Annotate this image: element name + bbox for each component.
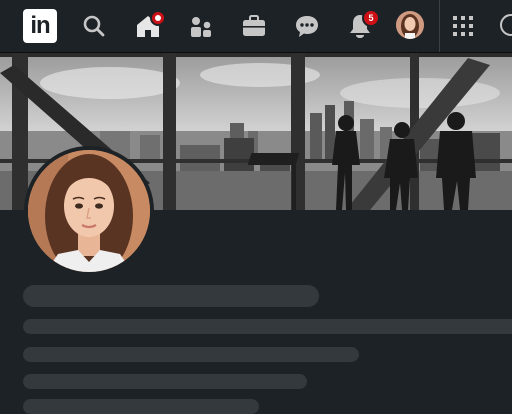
skeleton-line-1 [23, 319, 512, 334]
skeleton-line-3 [23, 374, 307, 389]
home-icon[interactable] [134, 10, 166, 40]
home-notification-dot [150, 10, 166, 26]
skeleton-line-2 [23, 347, 359, 362]
profile-photo[interactable] [24, 146, 154, 276]
nav-divider [439, 0, 440, 52]
nav-profile-avatar[interactable] [396, 11, 424, 39]
jobs-icon[interactable] [240, 12, 268, 40]
apps-grid-icon[interactable] [452, 15, 474, 37]
profile-menu-icon[interactable] [500, 14, 512, 36]
skeleton-name-placeholder [23, 285, 319, 307]
notifications-count-badge: 5 [362, 9, 380, 27]
linkedin-logo[interactable]: in [23, 9, 57, 43]
my-network-icon[interactable] [187, 12, 215, 40]
top-nav-bar: in 5 [0, 0, 512, 53]
profile-portrait [28, 150, 150, 272]
messaging-icon[interactable] [293, 12, 321, 40]
search-icon[interactable] [80, 12, 108, 40]
skeleton-line-4 [23, 399, 259, 414]
notifications-icon[interactable]: 5 [346, 9, 380, 40]
